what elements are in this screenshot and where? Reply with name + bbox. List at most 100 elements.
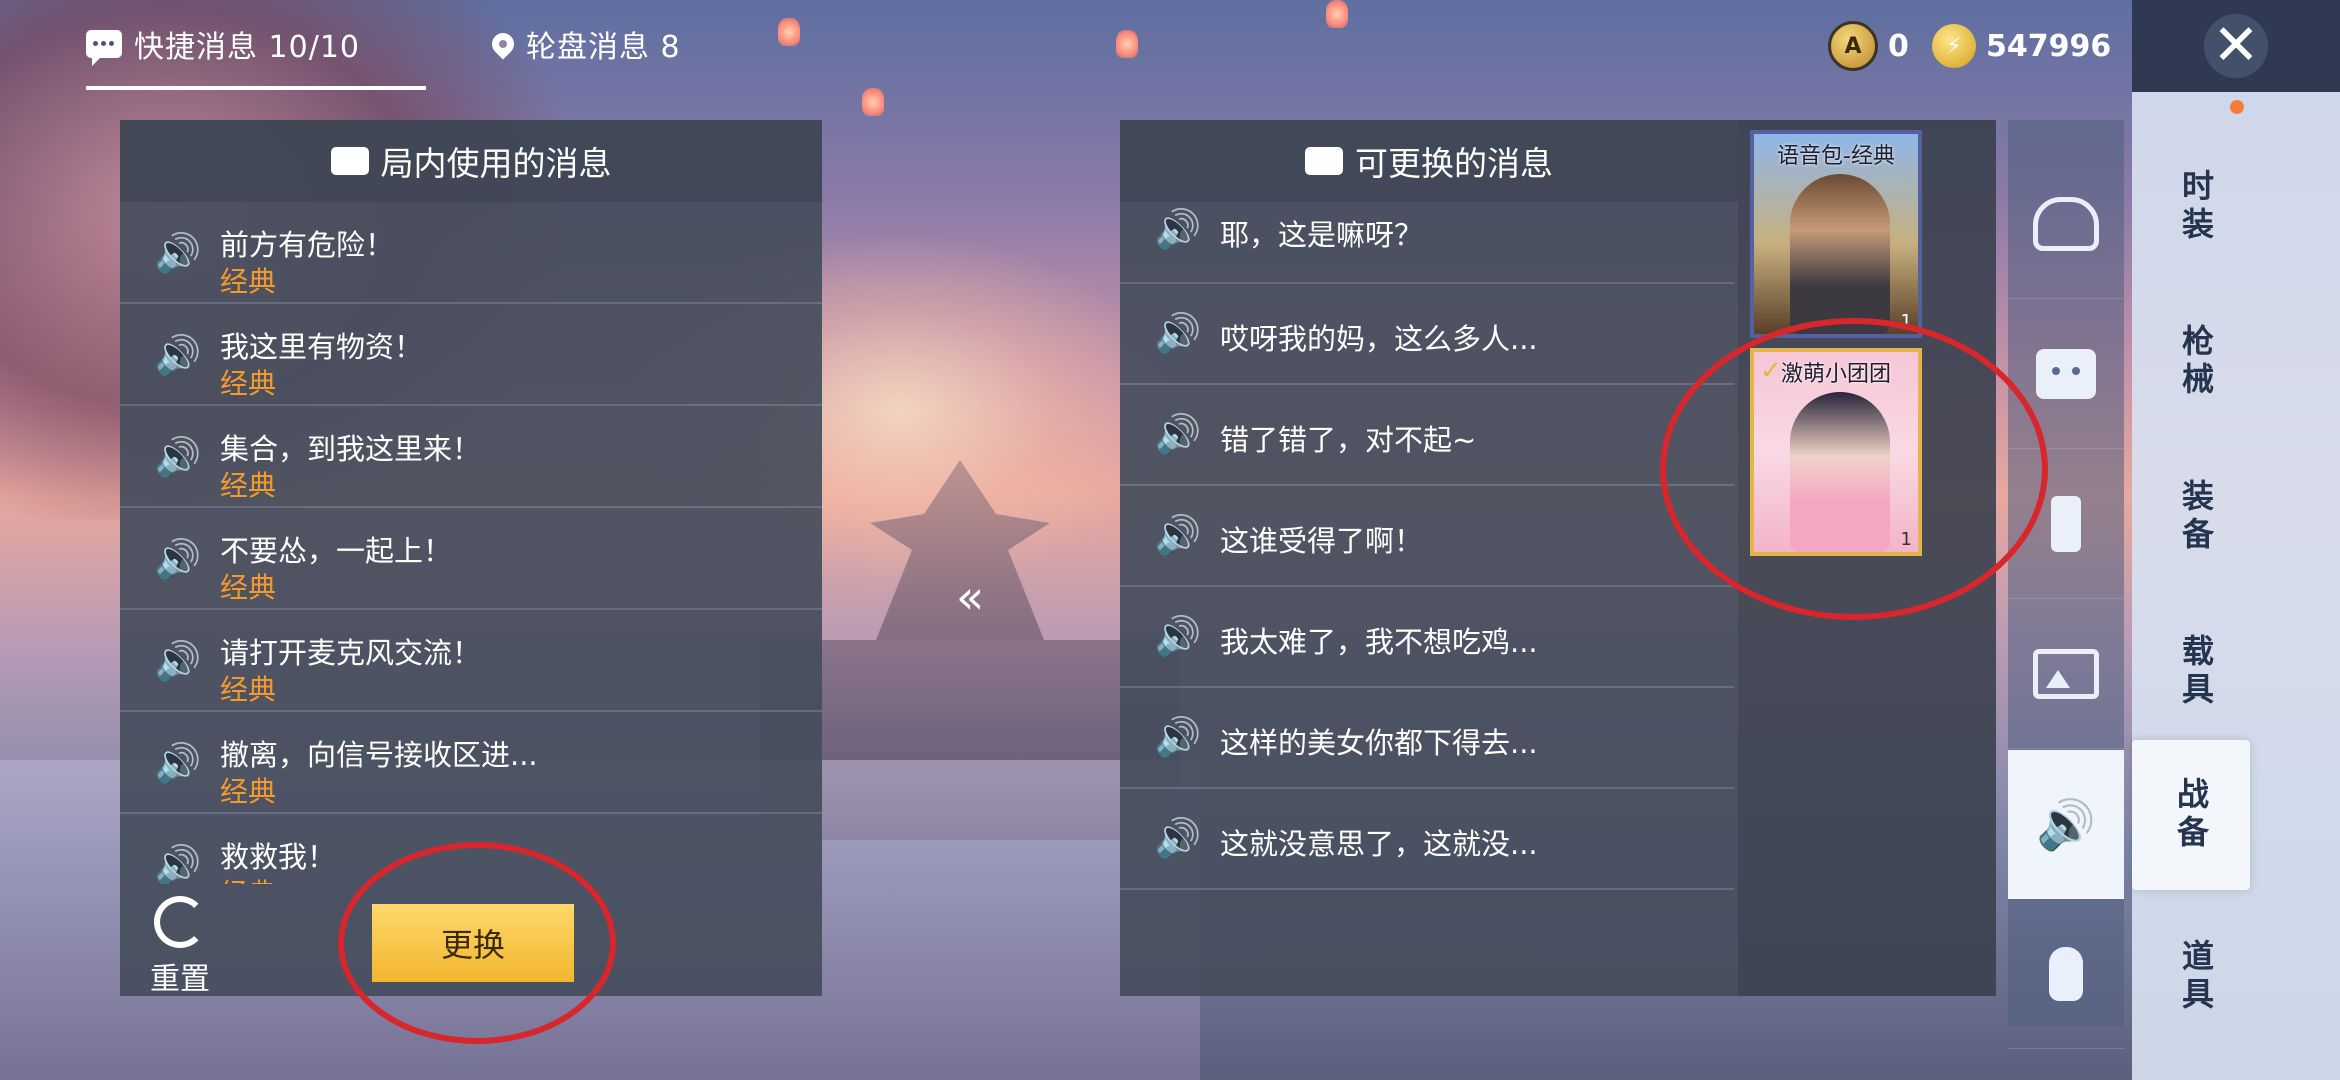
notification-dot xyxy=(2230,100,2244,114)
in-game-message-list: 🔊 前方有危险！ 经典 🔊 我这里有物资！ 经典 🔊 集合，到我这里来！ 经典 … xyxy=(120,202,822,884)
replaceable-message-list: 🔊 耶，这是嘛呀？ 🔊 哎呀我的妈，这么多人... 🔊 错了错了，对不起~ 🔊 … xyxy=(1120,192,1734,890)
category-column: 🔊 xyxy=(2008,120,2124,1049)
list-item[interactable]: 🔊 我这里有物资！ 经典 xyxy=(120,304,822,406)
reset-button[interactable]: 重置 xyxy=(140,896,220,998)
message-tag: 经典 xyxy=(220,571,277,604)
currency-value: 547996 xyxy=(1986,28,2112,64)
category-photo[interactable] xyxy=(2008,600,2124,749)
tap-icon xyxy=(2049,947,2083,1001)
lantern-decoration xyxy=(862,88,884,116)
message-text: 前方有危险！ xyxy=(220,228,395,262)
category-robot[interactable] xyxy=(2008,150,2124,299)
speaker-icon: 🔊 xyxy=(1154,513,1202,557)
close-button[interactable]: ✕ xyxy=(2132,0,2340,92)
emote-icon xyxy=(2036,349,2096,399)
close-icon: ✕ xyxy=(2204,14,2268,78)
list-item[interactable]: 🔊 哎呀我的妈，这么多人... xyxy=(1120,284,1734,385)
list-item[interactable]: 🔊 耶，这是嘛呀？ xyxy=(1120,192,1734,284)
currency-token: A 0 xyxy=(1828,20,1909,72)
side-nav: 时装 枪械 装备 载具 战备 道具 xyxy=(2132,92,2340,1080)
speaker-icon: 🔊 xyxy=(154,333,202,377)
list-item[interactable]: 🔊 撤离，向信号接收区进... 经典 xyxy=(120,712,822,814)
panel-header: 可更换的消息 xyxy=(1120,120,1738,202)
message-tag: 经典 xyxy=(220,469,277,502)
message-text: 这就没意思了，这就没... xyxy=(1220,827,1538,861)
speaker-icon: 🔊 xyxy=(1154,311,1202,355)
spray-icon xyxy=(2051,496,2081,552)
character-portrait xyxy=(1790,174,1890,334)
panel-title: 可更换的消息 xyxy=(1355,144,1553,183)
speaker-icon: 🔊 xyxy=(1154,412,1202,456)
side-nav-outfit[interactable]: 时装 xyxy=(2132,132,2260,282)
message-text: 请打开麦克风交流！ xyxy=(220,636,482,670)
speaker-icon: 🔊 xyxy=(1154,816,1202,860)
speaker-icon: 🔊 xyxy=(1154,614,1202,658)
top-bar: 快捷消息 10/10 轮盘消息 8 A 0 ⚡ 547996 xyxy=(0,0,2130,92)
tab-label: 快捷消息 10/10 xyxy=(134,30,360,65)
message-text: 不要怂，一起上！ xyxy=(220,534,453,568)
message-text: 这谁受得了啊！ xyxy=(1220,524,1424,558)
message-tag: 经典 xyxy=(220,872,276,884)
message-tag: 经典 xyxy=(220,673,277,706)
message-text: 救救我！ xyxy=(220,840,337,874)
robot-icon xyxy=(2033,197,2099,251)
list-item[interactable]: 🔊 这就没意思了，这就没... xyxy=(1120,789,1734,890)
message-tag: 经典 xyxy=(220,775,277,808)
side-nav-combat-prep[interactable]: 战备 xyxy=(2132,740,2250,890)
panel-header: 局内使用的消息 xyxy=(120,120,822,202)
speaker-icon: 🔊 xyxy=(154,843,202,884)
voice-pack-card[interactable]: 语音包-经典 1 xyxy=(1750,130,1922,338)
tab-wheel-messages[interactable]: 轮盘消息 8 xyxy=(487,18,681,70)
highlight-ring xyxy=(338,842,616,1044)
tab-label: 轮盘消息 8 xyxy=(526,30,681,65)
speaker-icon: 🔊 xyxy=(1154,715,1202,759)
message-text: 我太难了，我不想吃鸡... xyxy=(1220,625,1538,659)
message-icon xyxy=(1305,147,1343,175)
refresh-icon xyxy=(154,896,206,948)
message-text: 撤离，向信号接收区进... xyxy=(220,738,538,772)
gold-coin-icon: ⚡ xyxy=(1932,24,1976,68)
chevron-double-left-icon[interactable]: « xyxy=(956,570,984,624)
highlight-ring xyxy=(1660,318,2048,620)
side-nav-items[interactable]: 道具 xyxy=(2132,902,2260,1052)
message-text: 错了错了，对不起~ xyxy=(1220,423,1477,457)
message-text: 哎呀我的妈，这么多人... xyxy=(1220,322,1538,356)
message-tag: 经典 xyxy=(220,367,277,400)
side-nav-vehicles[interactable]: 载具 xyxy=(2132,597,2260,747)
list-item[interactable]: 🔊 前方有危险！ 经典 xyxy=(120,202,822,304)
photo-icon xyxy=(2033,649,2099,699)
message-tag: 经典 xyxy=(220,265,277,298)
replaceable-messages-panel: 可更换的消息 🔊 耶，这是嘛呀？ 🔊 哎呀我的妈，这么多人... 🔊 错了错了，… xyxy=(1120,120,1738,996)
side-nav-weapons[interactable]: 枪械 xyxy=(2132,287,2260,437)
speaker-icon: 🔊 xyxy=(154,231,202,275)
speaker-icon: 🔊 xyxy=(154,741,202,785)
message-text: 我这里有物资！ xyxy=(220,330,424,364)
list-item[interactable]: 🔊 不要怂，一起上！ 经典 xyxy=(120,508,822,610)
list-item[interactable]: 🔊 这谁受得了啊！ xyxy=(1120,486,1734,587)
list-item[interactable]: 🔊 错了错了，对不起~ xyxy=(1120,385,1734,486)
chat-bubble-icon xyxy=(330,147,369,175)
list-item[interactable]: 🔊 这样的美女你都下得去... xyxy=(1120,688,1734,789)
location-pin-icon xyxy=(487,28,519,60)
currency-value: 0 xyxy=(1888,28,1909,64)
side-nav-gear[interactable]: 装备 xyxy=(2132,442,2260,592)
category-tap[interactable] xyxy=(2008,900,2124,1049)
category-voice[interactable]: 🔊 xyxy=(2008,750,2124,899)
speaker-icon: 🔊 xyxy=(154,639,202,683)
speaker-icon: 🔊 xyxy=(154,435,202,479)
reset-label: 重置 xyxy=(150,962,210,997)
tab-quick-messages[interactable]: 快捷消息 10/10 xyxy=(86,18,360,70)
speaker-icon: 🔊 xyxy=(154,537,202,581)
chat-bubble-icon xyxy=(86,30,122,66)
speaker-icon: 🔊 xyxy=(1154,207,1202,251)
list-item[interactable]: 🔊 集合，到我这里来！ 经典 xyxy=(120,406,822,508)
voice-icon: 🔊 xyxy=(2036,796,2096,853)
list-item[interactable]: 🔊 我太难了，我不想吃鸡... xyxy=(1120,587,1734,688)
token-coin-icon: A xyxy=(1828,21,1878,71)
message-text: 这样的美女你都下得去... xyxy=(1220,726,1538,760)
message-text: 耶，这是嘛呀？ xyxy=(1220,218,1424,252)
list-item[interactable]: 🔊 请打开麦克风交流！ 经典 xyxy=(120,610,822,712)
active-tab-indicator xyxy=(86,86,426,90)
voice-pack-name: 语音包-经典 xyxy=(1777,144,1895,169)
currency-gold: ⚡ 547996 xyxy=(1932,20,2111,72)
